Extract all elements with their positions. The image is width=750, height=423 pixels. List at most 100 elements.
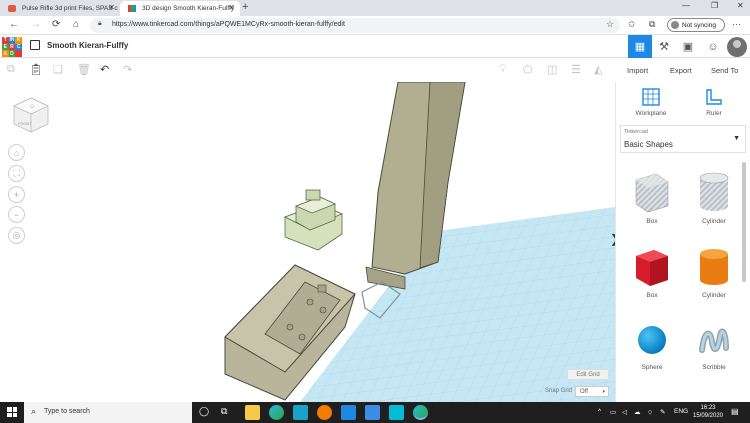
align-icon[interactable]: ☰ — [571, 63, 581, 76]
taskbar-clock[interactable]: 16:23 15/09/2020 — [690, 404, 726, 420]
taskbar-search-box[interactable]: ⌕ Type to search — [24, 402, 192, 423]
favorites-icon[interactable]: ✩ — [628, 19, 636, 30]
close-tab-icon[interactable]: ✕ — [108, 3, 115, 12]
app-l-icon[interactable] — [293, 405, 308, 420]
onedrive-icon[interactable]: ☁ — [634, 408, 641, 416]
new-tab-icon[interactable]: + — [242, 1, 248, 13]
shape-label: Cylinder — [702, 292, 726, 299]
panel-scrollbar[interactable] — [742, 162, 746, 282]
workplane-button[interactable]: Workplane — [621, 88, 681, 117]
snap-grid-value: Off — [580, 388, 588, 395]
file-explorer-icon[interactable] — [245, 405, 260, 420]
forward-arrow-icon[interactable]: → — [31, 19, 41, 30]
home-view-icon[interactable]: ⌂ — [8, 144, 25, 161]
zoom-in-icon[interactable]: + — [8, 186, 25, 203]
shape-label: Scribble — [702, 364, 726, 371]
logo-letter: D — [8, 50, 16, 57]
tray-chevron-icon[interactable]: ^ — [598, 408, 601, 415]
ruler-label: Ruler — [706, 110, 722, 117]
windows-start-icon[interactable] — [7, 407, 17, 417]
profile-sync-button[interactable]: Not syncing — [667, 18, 725, 32]
language-indicator[interactable]: ENG — [674, 408, 688, 415]
task-view-icon[interactable]: ⧉ — [221, 406, 227, 417]
paste-icon[interactable]: 📋︎ — [29, 63, 43, 76]
shape-box-hole[interactable]: Box — [622, 170, 682, 225]
browser-tab-tinkercad[interactable]: 3D design Smooth Kieran-Fulffy ✕ — [120, 1, 240, 16]
grid-view-icon[interactable]: ▦ — [628, 35, 652, 58]
cortana-icon[interactable]: ◯ — [199, 406, 209, 417]
tinkercad-logo[interactable]: T IN K E R C A D — [2, 37, 22, 57]
shapes-panel: Workplane Ruler Tinkercad Basic Shapes ▼… — [615, 82, 750, 402]
send-to-button[interactable]: Send To — [711, 66, 738, 75]
selected-object[interactable] — [283, 189, 344, 251]
snap-grid-select[interactable]: Off ▾ — [575, 386, 609, 397]
cylinder-striped-icon — [699, 172, 729, 211]
logo-letter: IN — [8, 37, 16, 44]
bookmark-star-icon[interactable]: ☆ — [606, 19, 614, 30]
wifi-icon[interactable]: ⌔ — [647, 408, 653, 417]
import-button[interactable]: Import — [627, 66, 648, 75]
logo-letter — [15, 50, 22, 57]
undo-icon[interactable]: ↶ — [100, 63, 109, 76]
view-cube-face-label: FRONT — [18, 121, 32, 126]
shape-box[interactable]: Box — [622, 244, 682, 299]
volume-icon[interactable]: ◁ — [622, 408, 627, 416]
shape-sphere[interactable]: Sphere — [622, 320, 682, 371]
back-arrow-icon[interactable]: ← — [9, 19, 19, 30]
mirror-icon[interactable]: ◭ — [594, 63, 602, 76]
design-menu-icon[interactable] — [30, 40, 40, 50]
logo-letter: E — [2, 43, 9, 51]
tinkercad-header: T IN K E R C A D Smooth Kieran-Fulffy ▦ … — [0, 35, 750, 58]
action-bar: Import Export Send To — [615, 58, 750, 82]
reload-icon[interactable]: ⟳ — [52, 19, 60, 30]
bricks-view-icon[interactable]: ▣ — [676, 35, 700, 58]
shape-note-icon[interactable]: ⬠ — [523, 63, 533, 76]
redo-icon[interactable]: ↷ — [123, 63, 132, 76]
view-cube[interactable]: FRONT ⬦ — [10, 94, 52, 136]
tab-label: 3D design Smooth Kieran-Fulffy — [142, 5, 235, 12]
tab-label: Pulse Rifle 3d print Files, SPAS c — [22, 5, 118, 12]
light-bulb-icon[interactable]: 💡︎ — [499, 63, 507, 76]
shape-cylinder-hole[interactable]: Cylinder — [684, 170, 744, 225]
ruler-button[interactable]: Ruler — [684, 88, 744, 117]
browser-tab-pulse-rifle[interactable]: Pulse Rifle 3d print Files, SPAS c ✕ — [0, 1, 120, 16]
user-avatar[interactable] — [727, 37, 747, 57]
delete-icon[interactable]: 🗑︎ — [77, 63, 91, 76]
group-icon[interactable]: ◫ — [547, 63, 557, 76]
close-tab-icon[interactable]: ✕ — [228, 3, 235, 12]
maximize-icon[interactable]: ❐ — [711, 1, 718, 10]
fit-view-icon[interactable]: ⛶ — [8, 165, 25, 182]
notification-icon[interactable]: ▤ — [731, 407, 739, 416]
design-title[interactable]: Smooth Kieran-Fulffy — [47, 41, 128, 50]
shape-cylinder[interactable]: Cylinder — [684, 244, 744, 299]
window-close-icon[interactable]: ✕ — [737, 1, 744, 10]
pen-icon[interactable]: ✎ — [660, 408, 665, 416]
clock-time: 16:23 — [700, 405, 716, 411]
duplicate-icon[interactable]: ❏ — [53, 63, 63, 76]
edge-browser-icon[interactable] — [269, 405, 284, 420]
collections-icon[interactable]: ⧉ — [649, 19, 655, 30]
home-icon[interactable]: ⌂ — [73, 19, 79, 30]
ortho-view-icon[interactable]: ◎ — [8, 227, 25, 244]
shape-scribble[interactable]: Scribble — [684, 320, 744, 371]
cura-icon[interactable] — [389, 405, 404, 420]
network-icon[interactable]: ▭ — [610, 408, 616, 416]
url-field[interactable]: 🔒︎ https://www.tinkercad.com/things/aPQW… — [90, 18, 620, 33]
logo-letter: K — [15, 37, 22, 44]
copy-icon[interactable]: ⧉ — [7, 63, 15, 76]
scene-svg — [224, 82, 615, 402]
edge-active-icon[interactable] — [413, 405, 428, 420]
firefox-icon[interactable] — [317, 405, 332, 420]
edit-grid-button[interactable]: Edit Grid — [567, 369, 609, 380]
minimize-icon[interactable]: — — [682, 1, 690, 10]
export-button[interactable]: Export — [670, 66, 692, 75]
zoom-out-icon[interactable]: − — [8, 206, 25, 223]
shape-library-select[interactable]: Tinkercad Basic Shapes ▼ — [620, 125, 746, 153]
store-icon[interactable] — [365, 405, 380, 420]
workspace-canvas[interactable]: FRONT ⬦ ⌂ ⛶ + − ◎ ❯ Edit Grid Snap Grid … — [0, 82, 615, 402]
add-user-icon[interactable]: ☺ — [701, 35, 725, 58]
logo-letter: T — [2, 37, 9, 44]
blocks-view-icon[interactable]: ⚒ — [652, 35, 676, 58]
mail-icon[interactable] — [341, 405, 356, 420]
more-menu-icon[interactable]: ··· — [732, 19, 741, 29]
